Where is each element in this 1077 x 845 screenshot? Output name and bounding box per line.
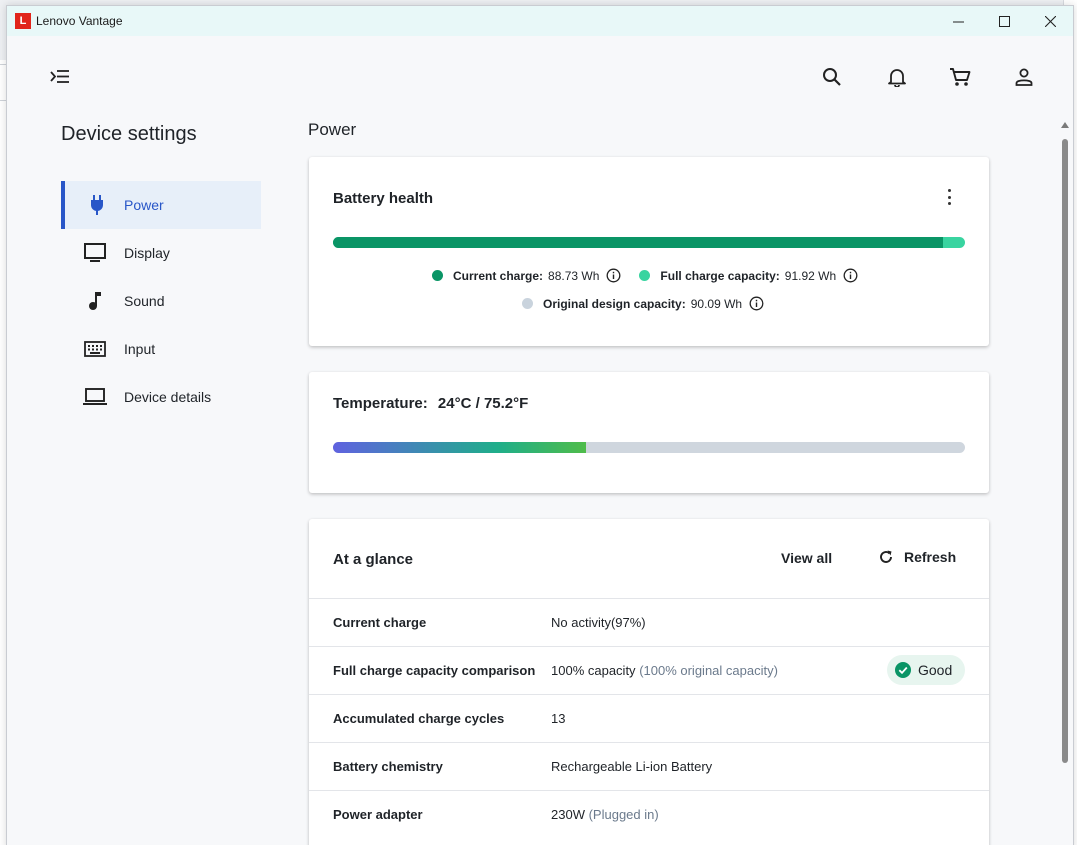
menu-toggle-button[interactable] (49, 66, 71, 88)
sidebar-title: Device settings (61, 123, 197, 145)
row-label: Battery chemistry (333, 759, 443, 774)
temperature-bar (333, 442, 965, 453)
current-charge-dot (432, 270, 443, 281)
row-value: 230W (Plugged in) (551, 807, 659, 822)
laptop-icon (83, 385, 107, 409)
more-options-icon[interactable] (943, 189, 955, 205)
account-button[interactable] (1013, 66, 1035, 88)
page-title: Power (308, 120, 357, 139)
row-value: Rechargeable Li-ion Battery (551, 759, 713, 774)
minimize-button[interactable] (935, 6, 981, 36)
app-title: Lenovo Vantage (36, 14, 123, 28)
title-bar: L Lenovo Vantage (7, 6, 1073, 36)
sidebar-item-power[interactable]: Power (61, 181, 261, 229)
scroll-up-arrow-icon[interactable] (1061, 122, 1069, 128)
battery-health-title: Battery health (333, 190, 434, 207)
refresh-button[interactable]: Refresh (878, 549, 956, 565)
design-capacity-dot (522, 298, 533, 309)
row-label: Power adapter (333, 807, 423, 822)
full-charge-dot (639, 270, 651, 281)
app-logo: L (15, 13, 31, 29)
full-charge-value: 91.92 Wh (784, 268, 837, 283)
sidebar-item-sound[interactable]: Sound (61, 277, 261, 325)
temperature-label: Temperature: (333, 395, 428, 412)
bell-icon (888, 69, 906, 87)
maximize-button[interactable] (981, 6, 1027, 36)
design-capacity-value: 90.09 Wh (690, 296, 743, 311)
sidebar-item-label: Sound (124, 293, 165, 309)
row-value: No activity(97%) (551, 615, 646, 630)
info-icon[interactable] (843, 268, 858, 283)
sidebar-item-label: Display (124, 245, 170, 261)
sidebar-item-label: Power (124, 197, 164, 213)
temperature-title: Temperature: 24°C / 75.2°F (333, 395, 528, 412)
row-label: Accumulated charge cycles (333, 711, 505, 726)
sidebar-item-label: Device details (124, 389, 212, 405)
sidebar-item-label: Input (124, 341, 156, 357)
maximize-icon (998, 15, 1010, 27)
battery-health-bar (333, 237, 965, 248)
full-charge-label: Full charge capacity: (660, 268, 780, 283)
notifications-button[interactable] (886, 66, 908, 88)
keyboard-icon (83, 337, 107, 361)
search-icon (823, 68, 841, 86)
legend-design-capacity: Original design capacity: 90.09 Wh (522, 296, 764, 311)
current-charge-fill (333, 237, 943, 248)
refresh-icon (880, 550, 892, 563)
row-label: Full charge capacity comparison (333, 663, 536, 678)
cart-icon (950, 68, 971, 86)
legend-current-charge: Current charge: 88.73 Wh Full charge cap… (432, 268, 858, 283)
app-top-bar (7, 36, 1073, 116)
table-row: Current charge No activity(97%) (309, 598, 989, 646)
monitor-icon (83, 241, 107, 265)
temperature-fill (333, 442, 586, 453)
row-value: 13 (551, 711, 566, 726)
status-badge: Good (887, 655, 965, 685)
current-charge-value: 88.73 Wh (548, 268, 600, 283)
temperature-card: Temperature: 24°C / 75.2°F (309, 372, 989, 493)
row-label: Current charge (333, 615, 427, 630)
status-badge-label: Good (918, 662, 953, 678)
at-a-glance-card: At a glance View all Refresh Current cha… (309, 519, 989, 845)
battery-health-card: Battery health Current charge: 88.73 Wh … (309, 157, 989, 346)
table-row: Power adapter 230W (Plugged in) (309, 790, 989, 838)
row-value: 100% capacity (100% original capacity) (551, 663, 778, 678)
table-row: Full charge capacity comparison 100% cap… (309, 646, 989, 694)
view-all-button[interactable]: View all (781, 550, 832, 566)
close-icon (1044, 15, 1056, 27)
design-capacity-label: Original design capacity: (543, 296, 686, 311)
temperature-value: 24°C / 75.2°F (437, 395, 529, 412)
sidebar-item-input[interactable]: Input (61, 325, 261, 373)
sidebar-item-display[interactable]: Display (61, 229, 261, 277)
account-icon (1015, 68, 1033, 86)
cart-button[interactable] (949, 66, 971, 88)
at-a-glance-title: At a glance (333, 551, 414, 568)
refresh-label: Refresh (904, 549, 957, 565)
close-button[interactable] (1027, 6, 1073, 36)
current-charge-label: Current charge: (453, 268, 544, 283)
check-circle-icon (895, 662, 911, 678)
minimize-icon (952, 21, 964, 22)
menu-collapse-icon (50, 70, 69, 83)
sidebar-item-device-details[interactable]: Device details (61, 373, 261, 421)
vertical-scrollbar[interactable] (1059, 120, 1071, 845)
scroll-thumb[interactable] (1062, 139, 1068, 763)
table-row: Accumulated charge cycles 13 (309, 694, 989, 742)
search-button[interactable] (821, 66, 843, 88)
info-icon[interactable] (749, 296, 764, 311)
table-row: Battery chemistry Rechargeable Li-ion Ba… (309, 742, 989, 790)
plug-icon (85, 193, 109, 217)
info-icon[interactable] (606, 268, 621, 283)
lenovo-vantage-window: L Lenovo Vantage Device settings Power D… (6, 5, 1074, 845)
music-note-icon (83, 289, 107, 313)
